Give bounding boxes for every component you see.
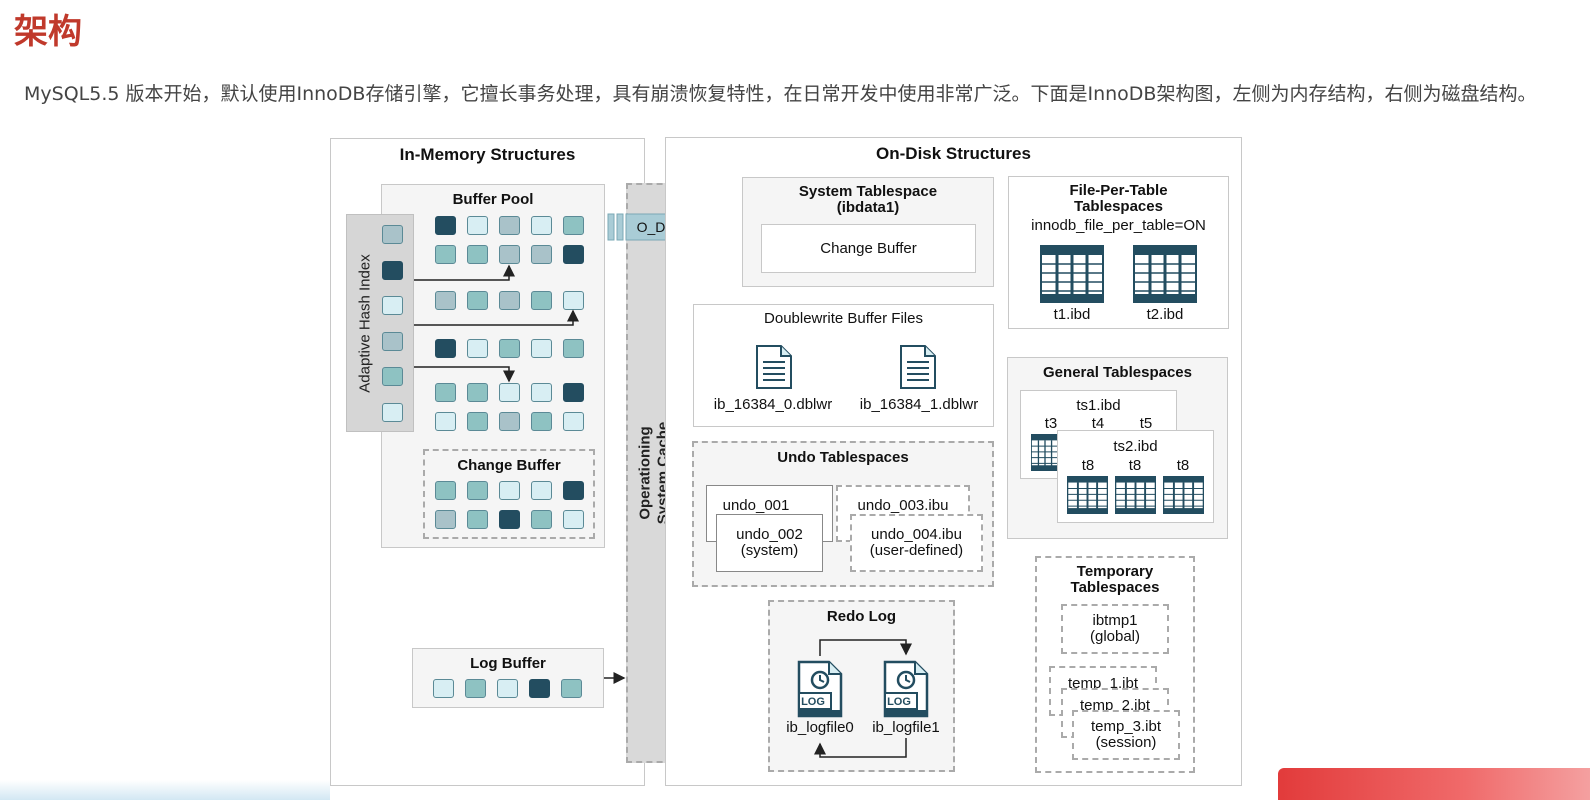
buffer-pool-page (531, 412, 552, 431)
memory-change-buffer-title: Change Buffer (457, 457, 561, 474)
ts1-t3-table-icon (1031, 434, 1059, 471)
undo-001-label: undo_001 (722, 497, 790, 514)
buffer-pool-page (563, 216, 584, 235)
ts2-t8c-label: t8 (1176, 457, 1190, 474)
buffer-pool-page (499, 216, 520, 235)
change-buffer-page (563, 510, 584, 529)
change-buffer-page (563, 481, 584, 500)
change-buffer-page (531, 510, 552, 529)
page-heading: 架构 (14, 12, 82, 52)
change-buffer-page (531, 481, 552, 500)
general-tablespaces-title: General Tablespaces (1043, 364, 1192, 381)
buffer-pool-page (531, 216, 552, 235)
log-buffer-page (561, 679, 582, 698)
buffer-pool-page (499, 412, 520, 431)
logfile0-label: ib_logfile0 (786, 719, 854, 736)
undo-002-label: undo_002 (system) (736, 526, 803, 559)
adaptive-hash-index-label: Adaptive Hash Index (356, 253, 374, 393)
change-buffer-page (435, 510, 456, 529)
log-icon-label-0: LOG (801, 696, 825, 708)
hash-index-arrows (414, 264, 579, 383)
buffer-pool-page (435, 216, 456, 235)
undo-tablespaces-title: Undo Tablespaces (777, 449, 909, 466)
t1-file-label: t1.ibd (1053, 306, 1091, 323)
ts2-t8b-table-icon (1115, 476, 1156, 514)
hash-index-cell (382, 225, 403, 244)
buffer-pool-page (563, 412, 584, 431)
log-buffer-page (529, 679, 550, 698)
change-buffer-page (467, 510, 488, 529)
dblwr0-file-icon (755, 344, 793, 390)
change-buffer-page (435, 481, 456, 500)
hash-index-cell (382, 403, 403, 422)
bottom-right-decoration (1278, 768, 1590, 800)
log-buffer-title: Log Buffer (470, 655, 546, 672)
file-per-table-title: File-Per-Table Tablespaces (1069, 182, 1168, 215)
temporary-tablespaces-title: Temporary Tablespaces (1070, 563, 1160, 596)
t2-table-icon (1133, 245, 1197, 303)
system-tablespace-title: System Tablespace (ibdata1) (798, 183, 938, 216)
temp3-label: temp_3.ibt (session) (1090, 718, 1162, 751)
system-change-buffer-label: Change Buffer (820, 240, 917, 257)
undo-004-label: undo_004.ibu (user-defined) (869, 526, 964, 559)
buffer-pool-page (435, 412, 456, 431)
log-buffer-page (465, 679, 486, 698)
change-buffer-page (467, 481, 488, 500)
ts2-t8b-label: t8 (1128, 457, 1142, 474)
doublewrite-title: Doublewrite Buffer Files (764, 310, 923, 327)
bottom-left-decoration (0, 780, 330, 800)
ts1-label: ts1.ibd (1076, 397, 1121, 414)
in-memory-title: In-Memory Structures (399, 145, 576, 164)
ibtmp1-label: ibtmp1 (global) (1089, 612, 1141, 645)
log-buffer-page (497, 679, 518, 698)
dblwr1-file-label: ib_16384_1.dblwr (859, 396, 979, 413)
change-buffer-page (499, 481, 520, 500)
intro-paragraph: MySQL5.5 版本开始，默认使用InnoDB存储引擎，它擅长事务处理，具有崩… (24, 83, 1537, 105)
buffer-pool-title: Buffer Pool (452, 191, 534, 208)
file-per-table-setting: innodb_file_per_table=ON (1031, 217, 1206, 234)
logfile1-icon (883, 660, 929, 718)
logfile1-label: ib_logfile1 (872, 719, 940, 736)
ts2-t8c-table-icon (1163, 476, 1204, 514)
buffer-pool-page (467, 412, 488, 431)
dblwr1-file-icon (899, 344, 937, 390)
t2-file-label: t2.ibd (1146, 306, 1184, 323)
t1-table-icon (1040, 245, 1104, 303)
undo-003-label: undo_003.ibu (857, 497, 949, 514)
on-disk-title: On-Disk Structures (876, 144, 1031, 163)
logfile0-icon (797, 660, 843, 718)
log-buffer-page (433, 679, 454, 698)
buffer-pool-page (467, 216, 488, 235)
dblwr0-file-label: ib_16384_0.dblwr (713, 396, 833, 413)
change-buffer-page (499, 510, 520, 529)
ts2-label: ts2.ibd (1113, 438, 1158, 455)
ts2-t8a-table-icon (1067, 476, 1108, 514)
ts2-t8a-label: t8 (1081, 457, 1095, 474)
log-icon-label-1: LOG (887, 696, 911, 708)
